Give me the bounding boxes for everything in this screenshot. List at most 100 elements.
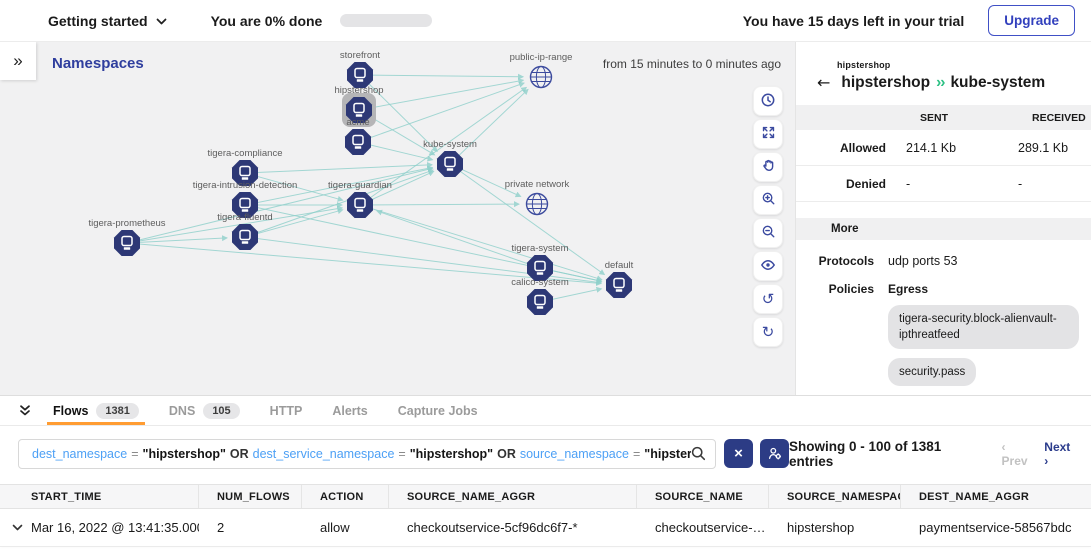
collapse-panel-icon[interactable]: [12, 404, 38, 417]
graph-edge[interactable]: [359, 80, 523, 110]
tab-label: Capture Jobs: [398, 404, 478, 418]
top-bar: Getting started You are 0% done You have…: [0, 0, 1091, 42]
fit-screen-button[interactable]: [753, 119, 783, 149]
table-row[interactable]: Mar 16, 2022 @ 13:41:35.0002allowcheckou…: [0, 509, 1091, 547]
flows-table-body: Mar 16, 2022 @ 13:41:35.0002allowcheckou…: [0, 509, 1091, 547]
flows-filter-row: dest_namespace="hipstershop"ORdest_servi…: [0, 426, 1091, 481]
policy-pill[interactable]: tigera-security.block-alienvault-ipthrea…: [888, 305, 1079, 349]
query-token-keyword: OR: [497, 447, 516, 461]
visibility-eye-button[interactable]: [753, 251, 783, 281]
policies-direction: Egress: [888, 282, 1079, 296]
undo-icon: ↺: [762, 292, 775, 307]
saved-user-filter-button[interactable]: [760, 439, 789, 468]
refresh-button[interactable]: ↻: [753, 317, 783, 347]
flows-panel: Flows1381DNS105HTTPAlertsCapture Jobs de…: [0, 395, 1091, 547]
table-cell: 2: [199, 520, 302, 535]
stats-row-denied: Denied - -: [796, 166, 1091, 202]
query-token-value: "hipstershop": [143, 447, 226, 461]
flow-query-input[interactable]: dest_namespace="hipstershop"ORdest_servi…: [18, 439, 716, 469]
tab-flows[interactable]: Flows1381: [38, 396, 154, 425]
details-eyebrow: hipstershop: [837, 60, 1091, 70]
cell-value: Mar 16, 2022 @ 13:41:35.000: [31, 520, 199, 535]
history-button[interactable]: [753, 86, 783, 116]
flows-tabs-bar: Flows1381DNS105HTTPAlerts Capture Jobs: [0, 396, 1091, 426]
query-token-field: source_namespace: [520, 447, 629, 461]
upgrade-button[interactable]: Upgrade: [988, 5, 1075, 36]
graph-node-label: tigera-guardian: [328, 180, 392, 191]
graph-node-tigera-prometheus[interactable]: [114, 230, 140, 256]
graph-edge[interactable]: [377, 211, 540, 268]
graph-edge[interactable]: [360, 75, 523, 77]
user-gear-icon: [767, 446, 782, 461]
details-title-source: hipstershop: [841, 74, 930, 91]
stats-received-value: 289.1 Kb: [1004, 141, 1091, 155]
graph-node-kube-system[interactable]: [437, 151, 463, 177]
tab-alerts[interactable]: Alerts: [317, 396, 382, 425]
pan-hand-button[interactable]: [753, 152, 783, 182]
column-header-dest_name_aggr[interactable]: DEST_NAME_AGGR: [901, 485, 1091, 508]
protocols-row: Protocols udp ports 53: [796, 254, 1091, 268]
getting-started-menu[interactable]: Getting started: [48, 13, 167, 29]
table-cell: checkoutservice-…: [637, 520, 769, 535]
chevron-down-icon: [156, 13, 167, 29]
back-arrow-icon[interactable]: ←: [817, 73, 830, 92]
next-page-button[interactable]: Next ›: [1044, 440, 1077, 468]
graph-node-private-network[interactable]: [527, 194, 548, 215]
tab-http[interactable]: HTTP: [255, 396, 318, 425]
policies-label: Policies: [796, 282, 874, 395]
query-token-value: "hipstershop": [410, 447, 493, 461]
stats-received-value: -: [1004, 177, 1091, 191]
more-section-header: More: [796, 218, 1091, 240]
protocols-label: Protocols: [796, 254, 874, 268]
stats-col-sent: SENT: [892, 112, 1004, 124]
zoom-in-button[interactable]: [753, 185, 783, 215]
stats-header-row: SENT RECEIVED: [796, 105, 1091, 130]
tab-dns[interactable]: DNS105: [154, 396, 255, 425]
getting-started-label: Getting started: [48, 13, 148, 29]
zoom-out-button[interactable]: [753, 218, 783, 248]
graph-node-tigera-guardian[interactable]: [347, 192, 373, 218]
pan-hand-icon: [761, 158, 776, 176]
undo-button[interactable]: ↺: [753, 284, 783, 314]
column-header-source_name[interactable]: SOURCE_NAME: [637, 485, 769, 508]
graph-node-label: tigera-intrusion-detection: [193, 180, 298, 191]
tab-label: Flows: [53, 404, 88, 418]
graph-node-label: tigera-prometheus: [88, 218, 165, 229]
policy-pill[interactable]: security.pass: [888, 358, 976, 386]
graph-node-tigera-fluentd[interactable]: [232, 224, 258, 250]
query-token-op: =: [398, 447, 405, 461]
graph-edge[interactable]: [450, 89, 528, 164]
namespace-graph[interactable]: storefrontpublic-ip-rangehipstershopacme…: [0, 42, 795, 395]
stats-row-allowed: Allowed 214.1 Kb 289.1 Kb: [796, 130, 1091, 166]
query-token-keyword: OR: [230, 447, 249, 461]
refresh-icon: ↻: [762, 325, 775, 340]
tab-capture-jobs[interactable]: Capture Jobs: [383, 396, 493, 425]
row-expand-chevron-icon[interactable]: [12, 524, 23, 532]
column-header-action[interactable]: ACTION: [302, 485, 389, 508]
graph-node-label: tigera-system: [511, 243, 568, 254]
graph-node-label: private network: [505, 179, 570, 190]
stats-sent-value: 214.1 Kb: [892, 141, 1004, 155]
graph-node-acme[interactable]: [345, 129, 371, 155]
service-graph-panel: » Namespaces from 15 minutes to 0 minute…: [0, 42, 795, 395]
graph-node-label: acme: [346, 117, 369, 128]
column-header-start_time[interactable]: START_TIME: [0, 485, 199, 508]
graph-edge[interactable]: [360, 204, 519, 205]
column-header-source_name_aggr[interactable]: SOURCE_NAME_AGGR: [389, 485, 637, 508]
column-header-source_namespace[interactable]: SOURCE_NAMESPACE: [769, 485, 901, 508]
graph-edge[interactable]: [245, 165, 432, 173]
prev-page-button[interactable]: ‹ Prev: [1002, 440, 1035, 468]
fit-screen-icon: [761, 125, 776, 143]
clear-query-button[interactable]: ×: [724, 439, 753, 468]
graph-node-public-ip-range[interactable]: [531, 67, 552, 88]
query-token-value: "hipstershop": [644, 447, 691, 461]
graph-node-calico-system[interactable]: [527, 289, 553, 315]
query-token-op: =: [131, 447, 138, 461]
policy-pill-list: tigera-security.block-alienvault-ipthrea…: [888, 305, 1079, 395]
column-header-num_flows[interactable]: NUM_FLOWS: [199, 485, 302, 508]
expand-sidebar-button[interactable]: »: [0, 42, 36, 80]
edge-details-panel: hipstershop ← hipstershop››kube-system S…: [795, 42, 1091, 395]
graph-node-default[interactable]: [606, 272, 632, 298]
stats-label: Allowed: [796, 141, 892, 155]
graph-node-label: tigera-compliance: [208, 148, 283, 159]
